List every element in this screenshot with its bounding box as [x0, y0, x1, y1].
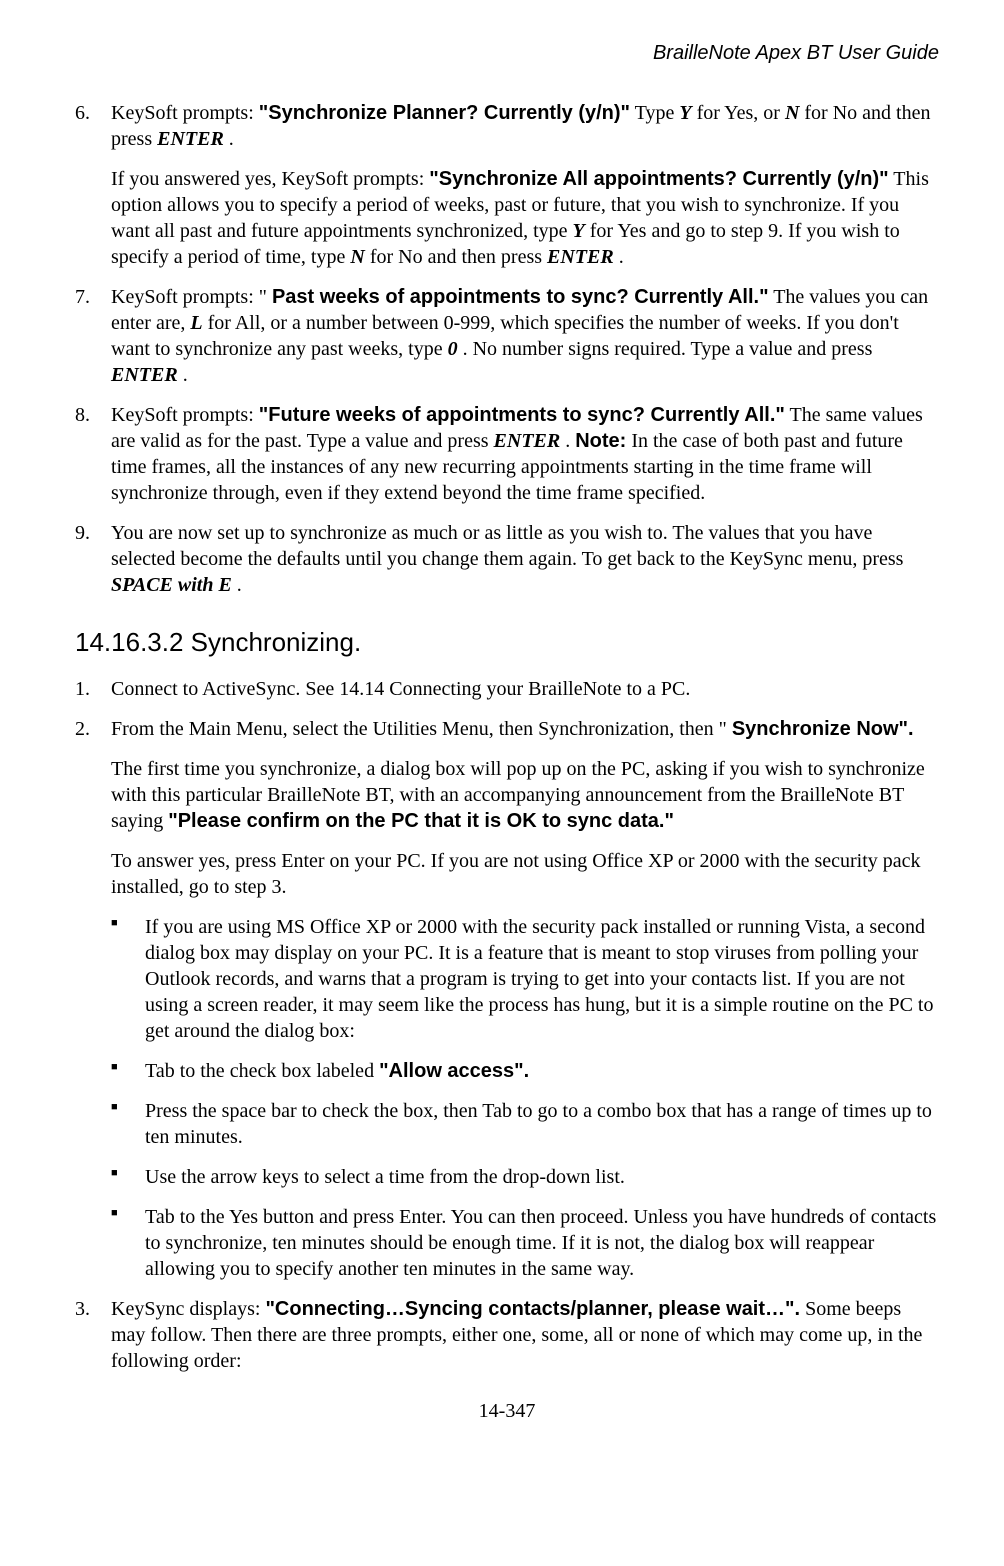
bullet-item: If you are using MS Office XP or 2000 wi… — [111, 914, 939, 1044]
text: Connect to ActiveSync. See 14.14 Connect… — [111, 678, 690, 700]
list-item-7: 7. KeySoft prompts: " Past weeks of appo… — [75, 284, 939, 388]
text: Use the arrow keys to select a time from… — [145, 1166, 625, 1188]
paragraph: To answer yes, press Enter on your PC. I… — [75, 848, 939, 900]
prompt-text: "Connecting…Syncing contacts/planner, pl… — [265, 1298, 800, 1320]
prompt-text: "Please confirm on the PC that it is OK … — [168, 810, 674, 832]
text: KeySoft prompts: — [111, 102, 259, 124]
key: ENTER — [157, 128, 224, 150]
key: N — [785, 102, 799, 124]
text: Type — [635, 102, 680, 124]
prompt-text: "Allow access". — [379, 1060, 529, 1082]
paragraph: If you answered yes, KeySoft prompts: "S… — [75, 166, 939, 270]
text: KeySoft prompts: — [111, 404, 259, 426]
text: Tab to the check box labeled — [145, 1060, 379, 1082]
prompt-text: Past weeks of appointments to sync? Curr… — [272, 286, 769, 308]
prompt-text: "Synchronize Planner? Currently (y/n)" — [259, 102, 630, 124]
ordered-list-top-cont: 7. KeySoft prompts: " Past weeks of appo… — [75, 284, 939, 598]
key: L — [190, 312, 202, 334]
item-number: 7. — [75, 284, 90, 310]
text: . No number signs required. Type a value… — [463, 338, 873, 360]
item-number: 6. — [75, 100, 90, 126]
page-header: BrailleNote Apex BT User Guide — [75, 40, 939, 66]
list-item-1: 1. Connect to ActiveSync. See 14.14 Conn… — [75, 676, 939, 702]
text: Tab to the Yes button and press Enter. Y… — [145, 1206, 936, 1280]
key: SPACE with E — [111, 574, 232, 596]
page-footer: 14-347 — [75, 1398, 939, 1424]
text: . — [237, 574, 242, 596]
ordered-list-sync: 1. Connect to ActiveSync. See 14.14 Conn… — [75, 676, 939, 742]
bullet-item: Use the arrow keys to select a time from… — [111, 1164, 939, 1190]
note-label: Note: — [575, 430, 626, 452]
text: If you answered yes, KeySoft prompts: — [111, 168, 429, 190]
text: From the Main Menu, select the Utilities… — [111, 718, 727, 740]
key: 0 — [448, 338, 458, 360]
text: You are now set up to synchronize as muc… — [111, 522, 903, 570]
ordered-list-top: 6. KeySoft prompts: "Synchronize Planner… — [75, 100, 939, 152]
text: . — [565, 430, 575, 452]
bullet-item: Press the space bar to check the box, th… — [111, 1098, 939, 1150]
ordered-list-sync-cont: 3. KeySync displays: "Connecting…Syncing… — [75, 1296, 939, 1374]
text: . — [229, 128, 234, 150]
key: ENTER — [547, 246, 614, 268]
list-item-3: 3. KeySync displays: "Connecting…Syncing… — [75, 1296, 939, 1374]
paragraph: The first time you synchronize, a dialog… — [75, 756, 939, 834]
key: ENTER — [111, 364, 178, 386]
list-item-6: 6. KeySoft prompts: "Synchronize Planner… — [75, 100, 939, 152]
text: . — [619, 246, 624, 268]
bullet-item: Tab to the check box labeled "Allow acce… — [111, 1058, 939, 1084]
bullet-list: If you are using MS Office XP or 2000 wi… — [111, 914, 939, 1282]
list-item-2: 2. From the Main Menu, select the Utilit… — [75, 716, 939, 742]
text: KeySoft prompts: " — [111, 286, 267, 308]
key: Y — [573, 220, 585, 242]
item-number: 3. — [75, 1296, 90, 1322]
text: Press the space bar to check the box, th… — [145, 1100, 932, 1148]
item-number: 8. — [75, 402, 90, 428]
text: KeySync displays: — [111, 1298, 265, 1320]
text: for No and then press — [370, 246, 547, 268]
text: . — [183, 364, 188, 386]
item-number: 1. — [75, 676, 90, 702]
key: N — [350, 246, 364, 268]
prompt-text: Synchronize Now". — [732, 718, 914, 740]
section-heading: 14.16.3.2 Synchronizing. — [75, 626, 939, 660]
item-number: 2. — [75, 716, 90, 742]
prompt-text: "Future weeks of appointments to sync? C… — [259, 404, 785, 426]
item-number: 9. — [75, 520, 90, 546]
list-item-9: 9. You are now set up to synchronize as … — [75, 520, 939, 598]
key: ENTER — [494, 430, 561, 452]
text: To answer yes, press Enter on your PC. I… — [111, 850, 921, 898]
text: If you are using MS Office XP or 2000 wi… — [145, 916, 933, 1042]
list-item-8: 8. KeySoft prompts: "Future weeks of app… — [75, 402, 939, 506]
bullet-item: Tab to the Yes button and press Enter. Y… — [111, 1204, 939, 1282]
key: Y — [679, 102, 691, 124]
text: for Yes, or — [697, 102, 785, 124]
prompt-text: "Synchronize All appointments? Currently… — [429, 168, 888, 190]
